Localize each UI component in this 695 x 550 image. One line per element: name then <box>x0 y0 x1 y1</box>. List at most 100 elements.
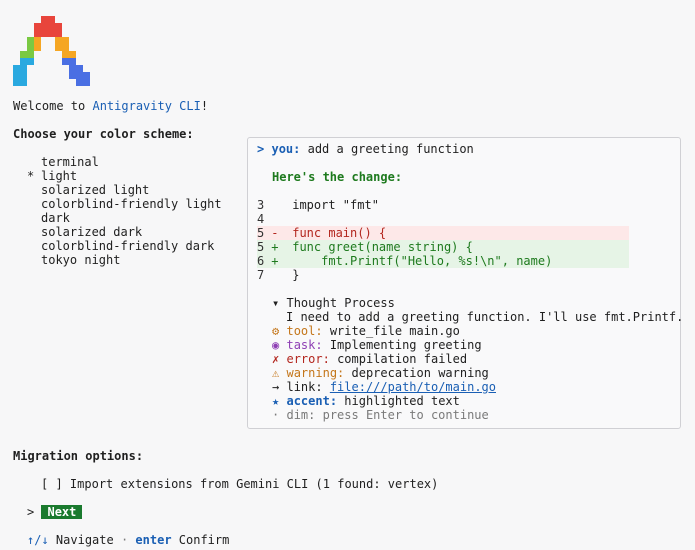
logo-pixel <box>34 30 41 37</box>
scheme-option[interactable]: tokyo night <box>27 253 120 267</box>
code-line: 6 + fmt.Printf("Hello, %s!\n", name) <box>257 254 629 268</box>
app-name: Antigravity CLI <box>92 99 201 113</box>
error-icon: ✗ <box>272 352 280 366</box>
welcome-line: Welcome to Antigravity CLI! <box>13 99 208 113</box>
warning-label: warning: <box>286 366 345 380</box>
arrow-right-icon: → <box>272 380 280 394</box>
logo-pixel <box>20 51 27 58</box>
thought-title: Thought Process <box>286 296 395 310</box>
scheme-option-label: tokyo night <box>41 253 121 267</box>
logo-pixel <box>69 72 76 79</box>
tool-label: tool: <box>286 324 323 338</box>
logo-pixel <box>62 44 69 51</box>
scheme-option[interactable]: colorblind-friendly light <box>27 197 222 211</box>
scheme-option-label: terminal <box>41 155 99 169</box>
line-number: 3 <box>257 198 265 212</box>
warning-line: ⚠ warning: deprecation warning <box>272 366 489 380</box>
code-line: 5 + func greet(name string) { <box>257 240 629 254</box>
tool-text: write_file main.go <box>329 324 460 338</box>
logo-pixel <box>62 37 69 44</box>
dim-text: dim: press Enter to continue <box>286 408 489 422</box>
welcome-prefix: Welcome to <box>13 99 93 113</box>
logo-pixel <box>48 16 55 23</box>
logo-pixel <box>13 65 20 72</box>
next-button[interactable]: Next <box>41 505 83 519</box>
diff-marker: + <box>271 254 279 268</box>
arrow-keys-icon: ↑/↓ <box>27 533 49 547</box>
logo-pixel <box>34 23 41 30</box>
logo-pixel <box>55 23 62 30</box>
scheme-option[interactable]: dark <box>27 211 70 225</box>
logo-pixel <box>62 58 69 65</box>
logo-pixel <box>27 44 34 51</box>
logo-pixel <box>27 51 34 58</box>
scheme-option[interactable]: solarized dark <box>27 225 142 239</box>
logo-pixel <box>13 72 20 79</box>
logo-pixel <box>69 51 76 58</box>
logo-pixel <box>27 37 34 44</box>
logo-pixel <box>20 58 27 65</box>
checkbox[interactable]: [ ] <box>41 477 63 491</box>
logo-pixel <box>83 79 90 86</box>
error-line: ✗ error: compilation failed <box>272 352 467 366</box>
file-link[interactable]: file:///path/to/main.go <box>330 380 496 394</box>
logo-pixel <box>34 44 41 51</box>
code-line: 5- func main() { <box>257 226 629 240</box>
code-text: fmt.Printf("Hello, %s!\n", name) <box>292 254 553 268</box>
thought-text: I need to add a greeting function. I'll … <box>286 310 684 324</box>
dot-icon: · <box>272 408 280 422</box>
link-line: → link: file:///path/to/main.go <box>272 380 496 394</box>
logo-pixel <box>20 79 27 86</box>
logo-pixel <box>20 65 27 72</box>
logo-pixel <box>69 65 76 72</box>
prompt-symbol: > <box>257 142 265 156</box>
enter-key: enter <box>135 533 172 547</box>
logo-pixel <box>55 44 62 51</box>
logo-pixel <box>55 37 62 44</box>
code-line: 3 import "fmt" <box>257 198 629 212</box>
selected-marker: * <box>27 169 35 183</box>
response-heading: Here's the change: <box>272 170 403 184</box>
diff-marker <box>271 198 285 212</box>
diff-marker: + <box>271 240 279 254</box>
migration-heading: Migration options: <box>13 449 144 463</box>
logo-pixel <box>76 65 83 72</box>
code-line: 4 <box>257 212 629 226</box>
logo-pixel <box>41 16 48 23</box>
scheme-option[interactable]: terminal <box>27 155 99 169</box>
welcome-suffix: ! <box>200 99 209 113</box>
logo-pixel <box>48 30 55 37</box>
line-number: 4 <box>257 212 265 226</box>
user-message-line: > you: add a greeting function <box>257 142 474 156</box>
link-label: link: <box>286 380 323 394</box>
warning-icon: ⚠ <box>272 366 280 380</box>
logo-pixel <box>20 72 27 79</box>
logo-pixel <box>34 37 41 44</box>
line-number: 7 <box>257 268 265 282</box>
error-text: compilation failed <box>337 352 468 366</box>
theme-preview-panel: > you: add a greeting function Here's th… <box>247 137 684 429</box>
line-number: 5 <box>257 240 265 254</box>
diff-marker: - <box>271 226 279 240</box>
thought-header[interactable]: ▾ Thought Process <box>272 296 395 310</box>
task-text: Implementing greeting <box>329 338 482 352</box>
migration-option-label: Import extensions from Gemini CLI (1 fou… <box>69 477 439 491</box>
task-icon: ◉ <box>272 338 280 352</box>
logo-pixel <box>83 72 90 79</box>
chevron-down-icon: ▾ <box>272 296 280 310</box>
code-text: func main() { <box>292 226 387 240</box>
migration-option[interactable]: [ ] Import extensions from Gemini CLI (1… <box>41 477 438 491</box>
scheme-option[interactable]: * light <box>27 169 77 183</box>
diff-marker <box>271 212 285 226</box>
scheme-option[interactable]: colorblind-friendly dark <box>27 239 214 253</box>
accent-text: highlighted text <box>344 394 460 408</box>
warning-text: deprecation warning <box>351 366 489 380</box>
code-line: 7 } <box>257 268 629 282</box>
confirm-hint: Confirm <box>178 533 230 547</box>
next-row: > Next <box>27 505 83 519</box>
scheme-option-label: dark <box>41 211 70 225</box>
scheme-option[interactable]: solarized light <box>27 183 149 197</box>
task-label: task: <box>286 338 323 352</box>
scheme-option-label: light <box>41 169 78 183</box>
logo-pixel <box>76 79 83 86</box>
